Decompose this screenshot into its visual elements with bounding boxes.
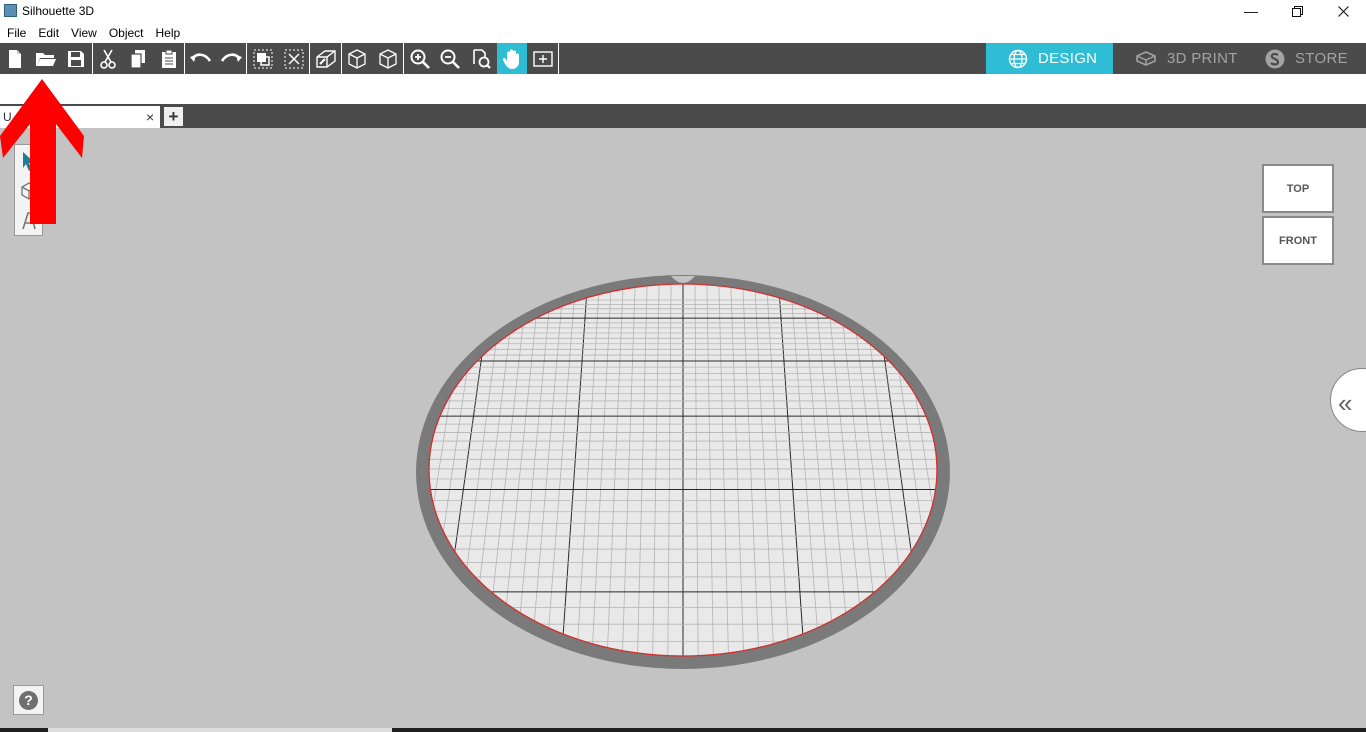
plate-grid [288,280,1078,660]
pan-hand-icon [502,49,519,69]
grid-minor-line [288,280,373,660]
help-icon: ? [19,690,38,710]
toolbar-separator [309,43,310,74]
save-button[interactable] [61,43,91,74]
help-button[interactable]: ? [13,685,44,715]
menu-view[interactable]: View [65,26,103,40]
open-folder-icon [36,52,56,66]
zoom-fit-icon [473,48,491,69]
redo-icon [220,52,242,62]
taskbar-strip [0,728,1366,732]
cut-button[interactable] [93,43,123,74]
solid-view-button[interactable] [342,43,372,74]
build-plate [288,275,1078,669]
undo-icon [190,52,212,62]
ungroup-button[interactable] [279,43,309,74]
grid-minor-line [957,280,1032,660]
group-icon [253,49,273,68]
tab-store-label: STORE [1295,50,1348,67]
plus-icon: + [168,106,179,126]
ungroup-icon [284,49,304,68]
open-button[interactable] [31,43,61,74]
close-tab-icon[interactable]: × [146,109,154,125]
redo-button[interactable] [216,43,246,74]
add-plane-icon [533,50,553,67]
grid-minor-line [945,280,1017,660]
zoom-in-button[interactable] [405,43,435,74]
menu-bar: File Edit View Object Help [0,22,1366,43]
grid-minor-line [303,280,385,660]
minimize-button[interactable]: — [1228,0,1274,22]
app-logo-icon [4,4,17,17]
pan-button[interactable] [497,43,527,74]
zoom-out-button[interactable] [435,43,465,74]
tab-design-label: DESIGN [1038,50,1098,67]
toolbar-separator [403,43,404,74]
close-window-button[interactable] [1320,0,1366,22]
view-front-label: FRONT [1279,234,1317,247]
toolbar-separator [558,43,559,74]
menu-help[interactable]: Help [150,26,187,40]
grid-major-line [318,280,397,660]
document-tab-bar: U × + [0,104,1366,128]
taskbar-highlight [48,728,392,732]
view-top-label: TOP [1286,182,1310,195]
view-top-button[interactable]: TOP [1262,164,1334,213]
window-title: Silhouette 3D [22,4,95,18]
minimize-icon: — [1244,3,1258,19]
copy-button[interactable] [123,43,153,74]
title-bar: Silhouette 3D — [0,0,1366,22]
grid-minor-line [993,280,1078,660]
solid-cube-icon [348,48,366,69]
toolbar-separator [184,43,185,74]
paste-button[interactable] [154,43,184,74]
new-file-button[interactable] [0,43,30,74]
tab-store[interactable]: STORE [1243,43,1366,74]
3d-viewport[interactable] [0,128,1366,728]
copy-icon [130,49,145,69]
add-plane-button[interactable] [528,43,558,74]
menu-file[interactable]: File [0,26,32,40]
tab-design[interactable]: DESIGN [986,43,1113,74]
printer-3d-icon [1136,50,1156,66]
tab-3d-print-label: 3D PRINT [1167,50,1238,67]
extrude-icon [316,49,336,68]
grid-major-line [969,280,1048,660]
zoom-out-icon [440,49,460,69]
menu-edit[interactable]: Edit [32,26,65,40]
globe-icon [1008,49,1028,68]
new-file-icon [9,49,21,68]
group-button[interactable] [248,43,278,74]
view-cube: TOP FRONT [1262,164,1334,266]
grid-minor-line [333,280,408,660]
close-icon [1337,5,1349,17]
undo-button[interactable] [186,43,216,74]
view-front-button[interactable]: FRONT [1262,216,1334,265]
toolbar-separator [246,43,247,74]
restore-button[interactable] [1274,0,1320,22]
extrude-button[interactable] [311,43,341,74]
save-icon [68,50,84,67]
wireframe-view-button[interactable] [373,43,403,74]
add-tab-button[interactable]: + [164,107,183,126]
double-chevron-left-icon: « [1338,388,1353,418]
ribbon-area [0,74,1366,104]
grid-minor-line [981,280,1063,660]
wireframe-cube-icon [379,48,397,69]
restore-icon [1291,5,1303,17]
grid-minor-line [349,280,421,660]
tab-3d-print[interactable]: 3D PRINT [1113,43,1243,74]
menu-object[interactable]: Object [103,26,150,40]
zoom-in-icon [410,49,430,69]
paste-icon [162,49,176,68]
red-up-arrow-icon [0,79,84,224]
store-s-icon [1265,49,1285,68]
cut-icon [100,49,116,69]
zoom-fit-button[interactable] [466,43,496,74]
